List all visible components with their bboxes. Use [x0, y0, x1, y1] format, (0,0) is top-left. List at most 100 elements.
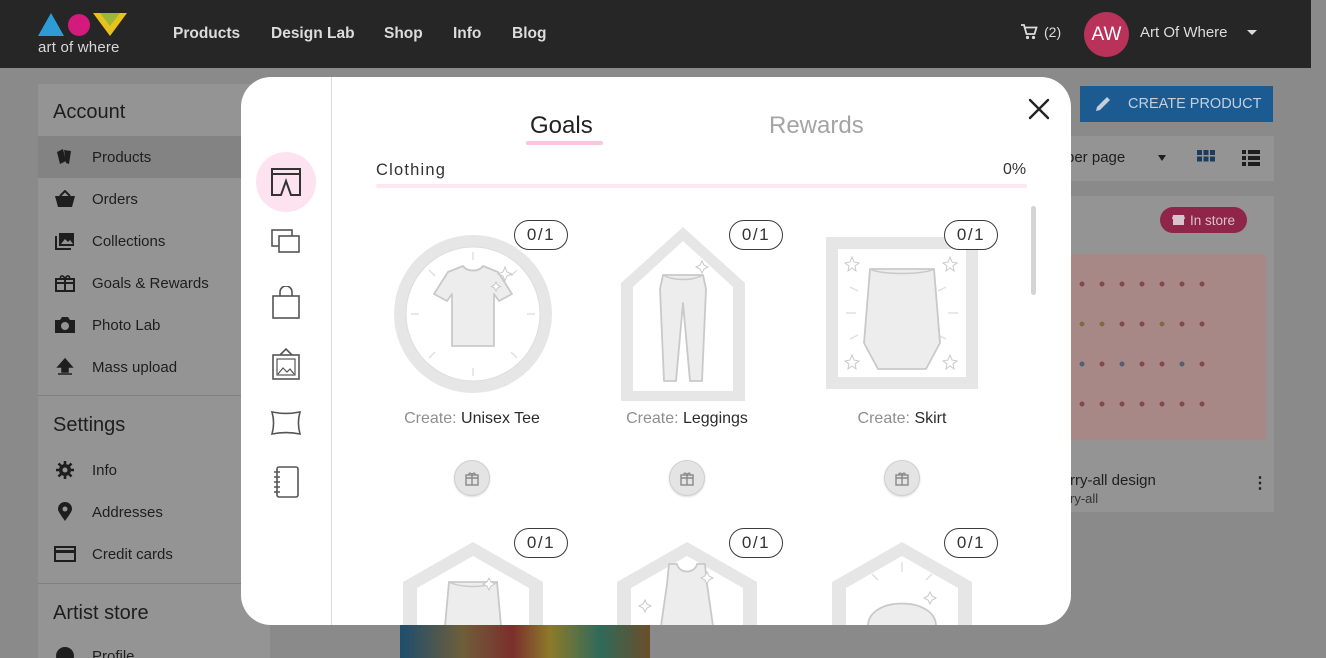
sidebar-item-collections[interactable]: Collections	[38, 220, 270, 262]
active-tab-indicator	[526, 141, 603, 145]
goal-label: Create: Leggings	[587, 410, 787, 428]
nav-blog[interactable]: Blog	[512, 25, 546, 43]
tab-goals[interactable]: Goals	[530, 112, 593, 140]
gear-icon	[52, 460, 78, 480]
goal-count: 0/1	[944, 220, 998, 250]
category-rail	[241, 77, 332, 625]
nav-products[interactable]: Products	[173, 25, 240, 43]
goal-label: Create: Unisex Tee	[372, 410, 572, 428]
chevron-down-icon[interactable]	[1158, 155, 1166, 161]
profile-icon	[52, 646, 78, 658]
tee-icon	[394, 235, 552, 393]
sidebar-item-mass-upload[interactable]: Mass upload	[38, 346, 270, 388]
gift-icon	[52, 273, 78, 293]
goal-label: Create: Skirt	[802, 410, 1002, 428]
cart-icon	[1021, 24, 1038, 40]
nav-info[interactable]: Info	[453, 25, 481, 43]
products-icon	[52, 147, 78, 167]
category-stationery-button[interactable]	[256, 452, 316, 512]
category-title: Clothing	[376, 161, 447, 179]
bag-icon	[272, 286, 300, 319]
goal-count: 0/1	[944, 528, 998, 558]
sidebar-item-photo-lab[interactable]: Photo Lab	[38, 304, 270, 346]
nav-design-lab[interactable]: Design Lab	[271, 25, 355, 43]
sidebar-item-products[interactable]: Products	[38, 136, 270, 178]
sidebar-item-label: Orders	[92, 190, 138, 208]
sidebar-item-addresses[interactable]: Addresses	[38, 491, 270, 533]
sidebar-item-label: Profile	[92, 647, 135, 658]
cart-count: (2)	[1044, 24, 1062, 40]
category-home-decor-button[interactable]	[256, 334, 316, 394]
goal-card-skirt[interactable]: 0/1 Create: Skirt	[802, 220, 1002, 500]
goal-prefix: Create:	[626, 410, 679, 427]
goal-count: 0/1	[514, 528, 568, 558]
logo-text: art of where	[38, 39, 120, 56]
goal-count: 0/1	[729, 528, 783, 558]
goal-card-leggings[interactable]: 0/1 Create: Leggings	[587, 220, 787, 500]
reward-gift-button[interactable]	[669, 460, 705, 496]
list-view-icon[interactable]	[1241, 149, 1261, 167]
account-menu[interactable]: Art Of Where	[1140, 24, 1228, 41]
product-thumbnail[interactable]	[1066, 254, 1266, 440]
per-page-select[interactable]: per page	[1066, 149, 1125, 166]
goals-rewards-modal: Goals Rewards Clothing 0% 0/1 Create: Un…	[241, 77, 1071, 625]
framed-print-icon	[272, 347, 300, 380]
goal-name: Leggings	[682, 410, 748, 427]
cart-button[interactable]: (2)	[1020, 24, 1061, 40]
sidebar-item-label: Addresses	[92, 503, 163, 521]
avatar[interactable]: AW	[1084, 12, 1129, 57]
chevron-down-icon[interactable]	[1247, 30, 1257, 35]
grid-view-icon[interactable]	[1196, 149, 1216, 167]
goal-card-hat[interactable]: 0/1	[802, 528, 1002, 625]
gift-icon	[465, 472, 479, 486]
reward-gift-button[interactable]	[884, 460, 920, 496]
create-product-label: CREATE PRODUCT	[1128, 96, 1262, 112]
goal-card-shorts[interactable]: 0/1	[372, 528, 572, 625]
logo[interactable]: art of where	[38, 12, 130, 58]
goal-card-tank-top[interactable]: 0/1	[587, 528, 787, 625]
gift-icon	[895, 472, 909, 486]
close-icon[interactable]	[1025, 95, 1053, 123]
sidebar-item-orders[interactable]: Orders	[38, 178, 270, 220]
top-navbar: art of where Products Design Lab Shop In…	[0, 0, 1311, 68]
sidebar-item-label: Credit cards	[92, 545, 173, 563]
product-card[interactable]: In store rry-all design ry-all ⋮	[1066, 196, 1274, 512]
goal-prefix: Create:	[857, 410, 910, 427]
category-accessories-button[interactable]	[256, 211, 316, 271]
category-percent: 0%	[1003, 161, 1027, 178]
list-toolbar: per page	[1066, 136, 1274, 181]
reward-gift-button[interactable]	[454, 460, 490, 496]
category-clothing-button[interactable]	[256, 152, 316, 212]
sidebar-item-info[interactable]: Info	[38, 449, 270, 491]
more-menu-icon[interactable]: ⋮	[1252, 473, 1268, 493]
pattern-dots	[1079, 281, 1205, 407]
sidebar-item-credit-cards[interactable]: Credit cards	[38, 533, 270, 575]
create-product-button[interactable]: CREATE PRODUCT	[1080, 86, 1273, 122]
sidebar-item-profile[interactable]: Profile	[38, 635, 270, 658]
product-title[interactable]: rry-all design	[1070, 472, 1156, 489]
category-bags-button[interactable]	[256, 273, 316, 333]
nav-shop[interactable]: Shop	[384, 25, 423, 43]
divider	[38, 583, 270, 584]
credit-card-icon	[52, 544, 78, 564]
goal-count: 0/1	[514, 220, 568, 250]
goal-name: Skirt	[914, 410, 947, 427]
gift-icon	[680, 472, 694, 486]
goal-count: 0/1	[729, 220, 783, 250]
sidebar-item-label: Goals & Rewards	[92, 274, 209, 292]
sidebar-item-label: Info	[92, 461, 118, 479]
badge-label: In store	[1189, 212, 1236, 228]
sidebar-item-goals-rewards[interactable]: Goals & Rewards	[38, 262, 270, 304]
layers-icon	[271, 229, 300, 253]
sidebar-item-label: Collections	[92, 232, 166, 250]
goal-card-unisex-tee[interactable]: 0/1 Create: Unisex Tee	[372, 220, 572, 500]
location-pin-icon	[52, 502, 78, 522]
skirt-icon	[826, 237, 978, 389]
category-progress-bar	[376, 184, 1027, 188]
scrollbar[interactable]	[1031, 206, 1036, 295]
shorts-icon	[271, 168, 301, 196]
tab-rewards[interactable]: Rewards	[769, 112, 864, 140]
account-sidebar: Account Products Orders Collections Goal…	[38, 84, 270, 658]
product-preview-image[interactable]	[400, 625, 650, 658]
category-pillows-button[interactable]	[256, 393, 316, 453]
